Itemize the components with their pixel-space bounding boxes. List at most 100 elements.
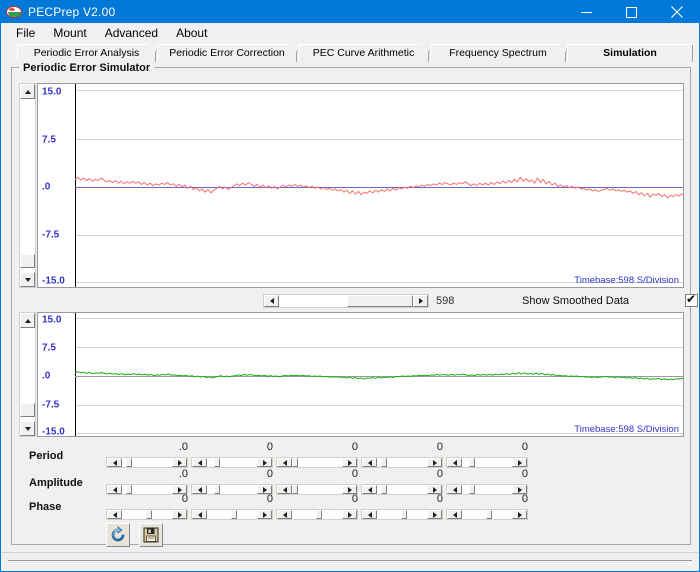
slider-track[interactable]	[292, 458, 342, 467]
tab-periodic-error-analysis[interactable]: Periodic Error Analysis	[17, 44, 156, 62]
slider-thumb[interactable]	[401, 510, 407, 519]
param-slider-period-2[interactable]	[191, 457, 273, 468]
status-bar	[2, 552, 698, 570]
slider-left-arrow-icon[interactable]	[192, 510, 207, 519]
slider-thumb[interactable]	[231, 510, 237, 519]
timebase-value: 598	[436, 295, 454, 307]
slider-right-arrow-icon[interactable]	[172, 510, 187, 519]
smoothed-pe-chart: 15.0 7.5 .0 -7.5 -15.0 Timebase:598 S/Di…	[19, 312, 684, 437]
param-value-amplitude-2: 0	[191, 468, 273, 480]
slider-right-arrow-icon[interactable]	[512, 458, 527, 467]
slider-track[interactable]	[207, 458, 257, 467]
scroll-up-arrow-icon[interactable]	[20, 84, 35, 99]
slider-left-arrow-icon[interactable]	[447, 510, 462, 519]
close-button[interactable]	[654, 1, 699, 23]
slider-left-arrow-icon[interactable]	[192, 458, 207, 467]
slider-thumb[interactable]	[214, 458, 220, 467]
vscroll-track[interactable]	[20, 328, 35, 421]
slider-right-arrow-icon[interactable]	[172, 458, 187, 467]
param-slider-period-5[interactable]	[446, 457, 528, 468]
timebase-scroll-thumb[interactable]	[347, 295, 413, 307]
slider-left-arrow-icon[interactable]	[362, 458, 377, 467]
slider-left-arrow-icon[interactable]	[107, 510, 122, 519]
show-smoothed-checkbox[interactable]	[685, 294, 698, 307]
slider-left-arrow-icon[interactable]	[362, 510, 377, 519]
slider-left-arrow-icon[interactable]	[277, 458, 292, 467]
smoothed-plot-area[interactable]: 15.0 7.5 .0 -7.5 -15.0 Timebase:598 S/Di…	[37, 312, 684, 437]
raw-pe-trace	[75, 84, 684, 288]
scroll-down-arrow-icon[interactable]	[20, 272, 35, 287]
status-divider	[8, 560, 692, 564]
slider-right-arrow-icon[interactable]	[257, 510, 272, 519]
slider-track[interactable]	[122, 458, 172, 467]
param-slider-period-1[interactable]	[106, 457, 188, 468]
menu-item-advanced[interactable]: Advanced	[96, 24, 167, 43]
raw-chart-vertical-scrollbar[interactable]	[19, 83, 36, 288]
maximize-button[interactable]	[609, 1, 654, 23]
slider-right-arrow-icon[interactable]	[427, 510, 442, 519]
raw-pe-chart: 15.0 7.5 .0 -7.5 -15.0 Timebase:598 S/Di…	[19, 83, 684, 288]
slider-thumb[interactable]	[146, 510, 152, 519]
param-value-phase-2: 0	[191, 493, 273, 505]
vscroll-track[interactable]	[20, 99, 35, 272]
vscroll-thumb[interactable]	[20, 254, 35, 268]
param-label-period: Period	[29, 450, 63, 462]
slider-thumb[interactable]	[292, 458, 298, 467]
slider-thumb[interactable]	[381, 458, 387, 467]
scroll-up-arrow-icon[interactable]	[20, 313, 35, 328]
param-slider-phase-5[interactable]	[446, 509, 528, 520]
slider-track[interactable]	[462, 510, 512, 519]
param-value-period-1: .0	[106, 441, 188, 453]
scroll-down-arrow-icon[interactable]	[20, 421, 35, 436]
slider-track[interactable]	[207, 510, 257, 519]
param-slider-phase-3[interactable]	[276, 509, 358, 520]
slider-right-arrow-icon[interactable]	[342, 458, 357, 467]
slider-right-arrow-icon[interactable]	[512, 510, 527, 519]
slider-thumb[interactable]	[486, 510, 492, 519]
slider-track[interactable]	[292, 510, 342, 519]
param-slider-phase-2[interactable]	[191, 509, 273, 520]
slider-track[interactable]	[377, 458, 427, 467]
refresh-button[interactable]	[106, 523, 130, 547]
param-value-period-4: 0	[361, 441, 443, 453]
param-value-phase-1: 0	[106, 493, 188, 505]
param-slider-period-3[interactable]	[276, 457, 358, 468]
minimize-button[interactable]	[564, 1, 609, 23]
slider-track[interactable]	[122, 510, 172, 519]
param-slider-phase-1[interactable]	[106, 509, 188, 520]
tab-periodic-error-correction[interactable]: Periodic Error Correction	[157, 44, 297, 62]
param-slider-period-4[interactable]	[361, 457, 443, 468]
slider-left-arrow-icon[interactable]	[447, 458, 462, 467]
raw-plot-area[interactable]: 15.0 7.5 .0 -7.5 -15.0 Timebase:598 S/Di…	[37, 83, 684, 288]
tab-pec-curve-arithmetic[interactable]: PEC Curve Arithmetic	[298, 44, 429, 62]
slider-track[interactable]	[377, 510, 427, 519]
timebase-scroll-right-arrow-icon[interactable]	[413, 295, 428, 307]
timebase-scrollbar[interactable]	[263, 294, 429, 308]
slider-thumb[interactable]	[469, 458, 475, 467]
menu-item-mount[interactable]: Mount	[44, 24, 95, 43]
group-legend: Periodic Error Simulator	[19, 62, 154, 74]
param-label-amplitude: Amplitude	[29, 477, 83, 489]
menu-item-file[interactable]: File	[7, 24, 44, 43]
slider-right-arrow-icon[interactable]	[427, 458, 442, 467]
vscroll-thumb[interactable]	[20, 403, 35, 417]
param-value-phase-4: 0	[361, 493, 443, 505]
param-slider-phase-4[interactable]	[361, 509, 443, 520]
save-floppy-icon	[142, 526, 160, 544]
slider-thumb[interactable]	[126, 458, 132, 467]
slider-right-arrow-icon[interactable]	[257, 458, 272, 467]
tab-frequency-spectrum[interactable]: Frequency Spectrum	[430, 44, 566, 62]
app-window: PECPrep V2.00 File Mount Advanced About …	[0, 0, 700, 572]
window-title: PECPrep V2.00	[28, 5, 115, 19]
timebase-scroll-left-arrow-icon[interactable]	[264, 295, 279, 307]
slider-track[interactable]	[462, 458, 512, 467]
slider-right-arrow-icon[interactable]	[342, 510, 357, 519]
tab-simulation[interactable]: Simulation	[567, 44, 693, 62]
smoothed-chart-vertical-scrollbar[interactable]	[19, 312, 36, 437]
save-button[interactable]	[139, 523, 163, 547]
slider-left-arrow-icon[interactable]	[107, 458, 122, 467]
menu-item-about[interactable]: About	[167, 24, 216, 43]
slider-thumb[interactable]	[316, 510, 322, 519]
slider-left-arrow-icon[interactable]	[277, 510, 292, 519]
timebase-scroll-track[interactable]	[279, 295, 413, 307]
